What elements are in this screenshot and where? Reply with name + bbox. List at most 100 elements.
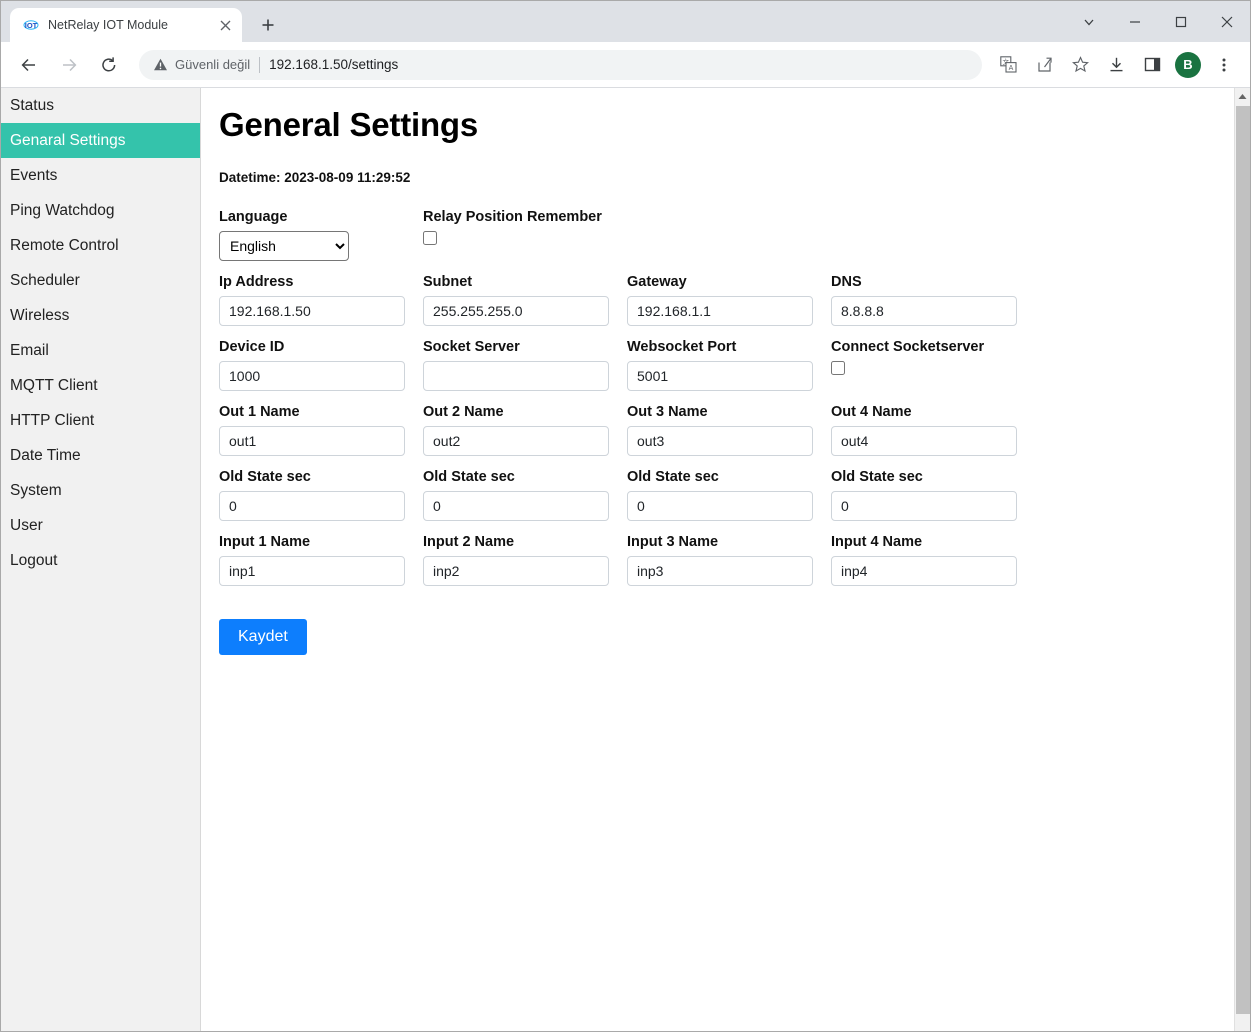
- out1-name-input[interactable]: [219, 426, 405, 456]
- page-title: General Settings: [219, 106, 1250, 144]
- connect-socketserver-label: Connect Socketserver: [831, 339, 1017, 355]
- form-row-2: Ip Address Subnet Gateway DNS: [219, 274, 1035, 326]
- share-icon[interactable]: [1029, 50, 1059, 80]
- field-input3-name: Input 3 Name: [627, 534, 831, 586]
- download-icon[interactable]: [1101, 50, 1131, 80]
- side-panel-icon[interactable]: [1137, 50, 1167, 80]
- sidebar-item-logout[interactable]: Logout: [1, 543, 200, 578]
- form-row-5: Old State sec Old State sec Old State se…: [219, 469, 1035, 521]
- bookmark-star-icon[interactable]: [1065, 50, 1095, 80]
- sidebar-nav: Status Genaral Settings Events Ping Watc…: [1, 88, 201, 1031]
- omnibox-divider: [259, 57, 260, 73]
- field-gateway: Gateway: [627, 274, 831, 326]
- old-state-4-input[interactable]: [831, 491, 1017, 521]
- sidebar-item-events[interactable]: Events: [1, 158, 200, 193]
- ip-address-input[interactable]: [219, 296, 405, 326]
- page-viewport: Status Genaral Settings Events Ping Watc…: [1, 88, 1250, 1031]
- old-state-3-input[interactable]: [627, 491, 813, 521]
- profile-avatar[interactable]: B: [1175, 52, 1201, 78]
- field-out1-name: Out 1 Name: [219, 404, 423, 456]
- scrollbar-thumb[interactable]: [1236, 106, 1250, 1014]
- forward-arrow-icon[interactable]: [54, 50, 84, 80]
- field-input1-name: Input 1 Name: [219, 534, 423, 586]
- field-input2-name: Input 2 Name: [423, 534, 627, 586]
- sidebar-item-label: Genaral Settings: [10, 132, 125, 150]
- browser-tab[interactable]: IOT NetRelay IOT Module: [10, 8, 242, 42]
- sidebar-item-status[interactable]: Status: [1, 88, 200, 123]
- maximize-icon[interactable]: [1158, 1, 1204, 42]
- input4-name-label: Input 4 Name: [831, 534, 1017, 550]
- old-state-3-label: Old State sec: [627, 469, 813, 485]
- field-out2-name: Out 2 Name: [423, 404, 627, 456]
- back-arrow-icon[interactable]: [14, 50, 44, 80]
- device-id-input[interactable]: [219, 361, 405, 391]
- general-settings-form: Language English Relay Position Remember…: [219, 209, 1250, 655]
- sidebar-item-label: User: [10, 517, 43, 535]
- iot-logo-icon: IOT: [22, 17, 39, 34]
- sidebar-item-system[interactable]: System: [1, 473, 200, 508]
- input3-name-input[interactable]: [627, 556, 813, 586]
- out4-name-input[interactable]: [831, 426, 1017, 456]
- gateway-input[interactable]: [627, 296, 813, 326]
- ip-address-label: Ip Address: [219, 274, 405, 290]
- subnet-input[interactable]: [423, 296, 609, 326]
- subnet-label: Subnet: [423, 274, 609, 290]
- input2-name-label: Input 2 Name: [423, 534, 609, 550]
- scrollbar-up-arrow-icon[interactable]: [1235, 88, 1250, 105]
- sidebar-item-http-client[interactable]: HTTP Client: [1, 403, 200, 438]
- sidebar-item-mqtt-client[interactable]: MQTT Client: [1, 368, 200, 403]
- sidebar-item-user[interactable]: User: [1, 508, 200, 543]
- sidebar-item-label: Ping Watchdog: [10, 202, 115, 220]
- field-dns: DNS: [831, 274, 1035, 326]
- connect-socketserver-checkbox[interactable]: [831, 361, 845, 375]
- tab-search-icon[interactable]: [1066, 1, 1112, 42]
- language-select[interactable]: English: [219, 231, 349, 261]
- save-button[interactable]: Kaydet: [219, 619, 307, 655]
- sidebar-item-genaral-settings[interactable]: Genaral Settings: [1, 123, 200, 158]
- input2-name-input[interactable]: [423, 556, 609, 586]
- form-row-6: Input 1 Name Input 2 Name Input 3 Name I…: [219, 534, 1035, 586]
- sidebar-item-remote-control[interactable]: Remote Control: [1, 228, 200, 263]
- reload-icon[interactable]: [94, 50, 124, 80]
- dns-input[interactable]: [831, 296, 1017, 326]
- out2-name-input[interactable]: [423, 426, 609, 456]
- sidebar-item-email[interactable]: Email: [1, 333, 200, 368]
- sidebar-item-date-time[interactable]: Date Time: [1, 438, 200, 473]
- input1-name-label: Input 1 Name: [219, 534, 405, 550]
- relay-position-remember-checkbox[interactable]: [423, 231, 437, 245]
- minimize-icon[interactable]: [1112, 1, 1158, 42]
- sidebar-item-wireless[interactable]: Wireless: [1, 298, 200, 333]
- close-icon[interactable]: [1204, 1, 1250, 42]
- new-tab-button[interactable]: [254, 11, 282, 39]
- out3-name-label: Out 3 Name: [627, 404, 813, 420]
- input1-name-input[interactable]: [219, 556, 405, 586]
- browser-toolbar: Güvenli değil 192.168.1.50/settings 文 A: [1, 42, 1250, 88]
- browser-window: IOT NetRelay IOT Module: [0, 0, 1251, 1032]
- form-row-1: Language English Relay Position Remember: [219, 209, 1035, 261]
- out4-name-label: Out 4 Name: [831, 404, 1017, 420]
- translate-icon[interactable]: 文 A: [993, 50, 1023, 80]
- field-old-state-3: Old State sec: [627, 469, 831, 521]
- socket-server-input[interactable]: [423, 361, 609, 391]
- not-secure-warning-icon[interactable]: [153, 57, 168, 72]
- field-out4-name: Out 4 Name: [831, 404, 1035, 456]
- sidebar-item-label: Status: [10, 97, 54, 115]
- tab-strip: IOT NetRelay IOT Module: [1, 1, 1250, 42]
- page-scrollbar[interactable]: [1234, 88, 1250, 1031]
- input4-name-input[interactable]: [831, 556, 1017, 586]
- address-bar[interactable]: Güvenli değil 192.168.1.50/settings: [139, 50, 982, 80]
- field-relay-position-remember: Relay Position Remember: [423, 209, 627, 261]
- field-out3-name: Out 3 Name: [627, 404, 831, 456]
- old-state-1-input[interactable]: [219, 491, 405, 521]
- security-status-text: Güvenli değil: [175, 57, 250, 72]
- sidebar-item-label: Scheduler: [10, 272, 80, 290]
- tab-close-icon[interactable]: [216, 16, 234, 34]
- sidebar-item-scheduler[interactable]: Scheduler: [1, 263, 200, 298]
- websocket-port-input[interactable]: [627, 361, 813, 391]
- out3-name-input[interactable]: [627, 426, 813, 456]
- device-id-label: Device ID: [219, 339, 405, 355]
- old-state-2-input[interactable]: [423, 491, 609, 521]
- field-connect-socketserver: Connect Socketserver: [831, 339, 1035, 391]
- sidebar-item-ping-watchdog[interactable]: Ping Watchdog: [1, 193, 200, 228]
- three-dots-menu-icon[interactable]: [1209, 50, 1239, 80]
